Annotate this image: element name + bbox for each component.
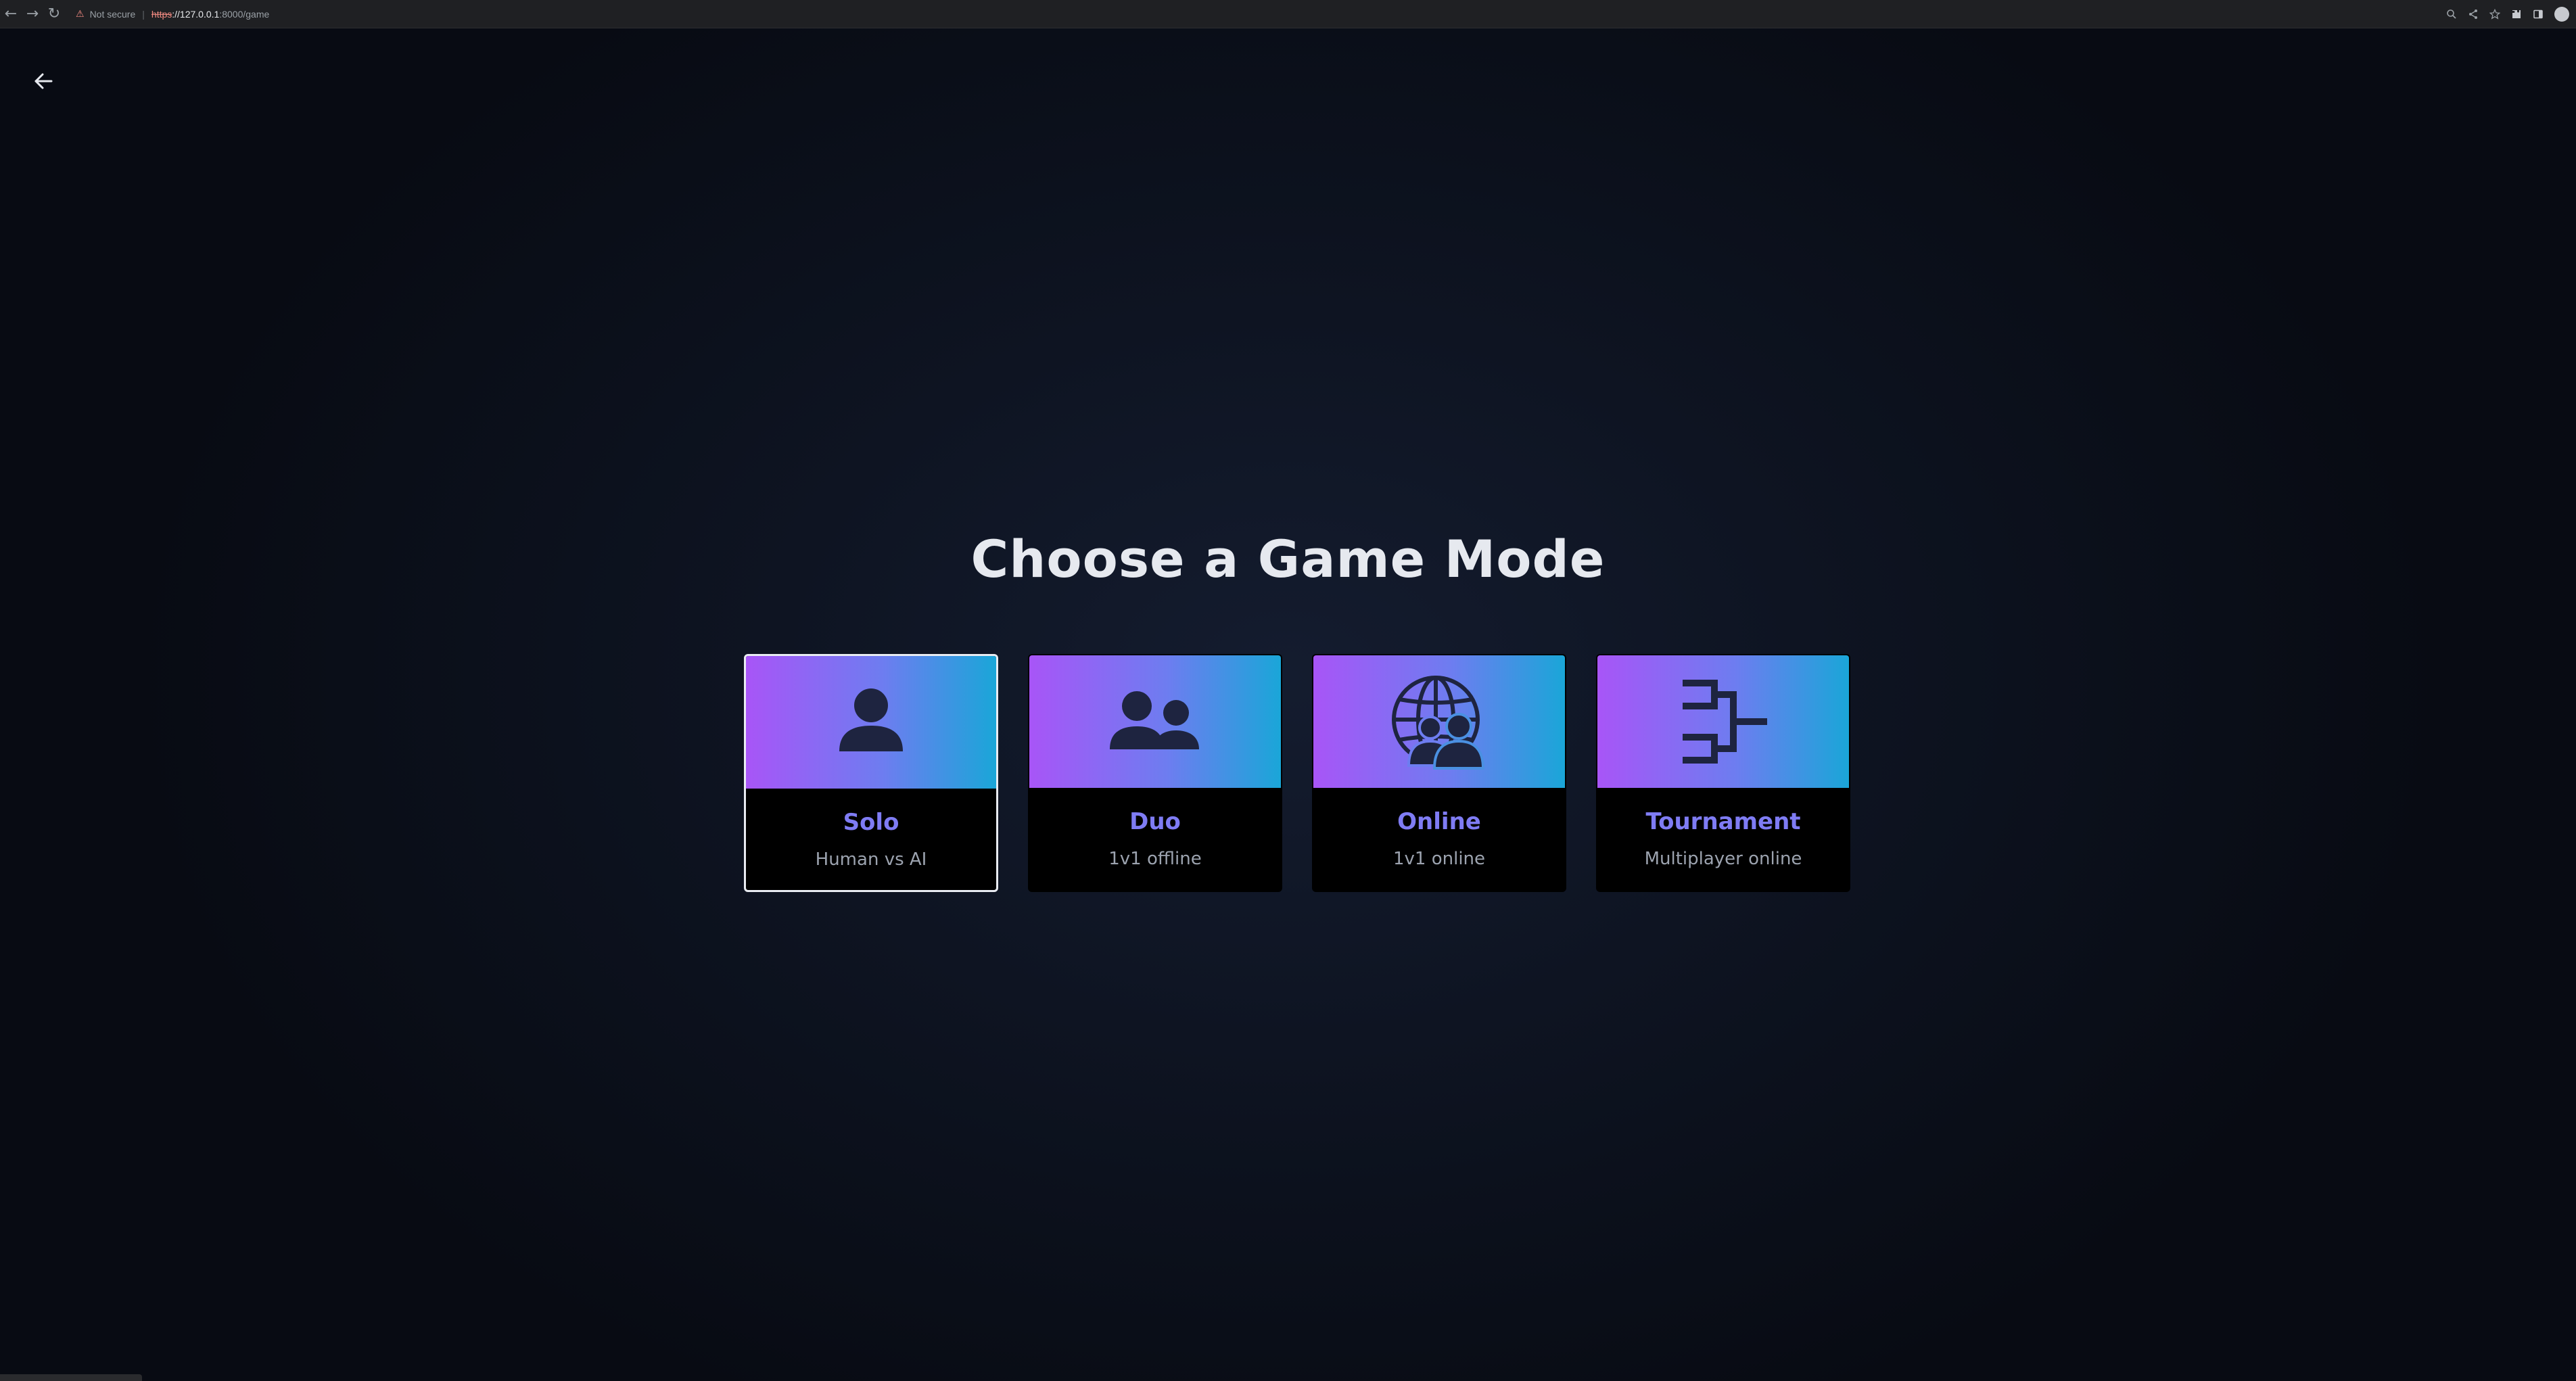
- back-arrow-icon[interactable]: [30, 68, 57, 95]
- mode-card-online[interactable]: Online 1v1 online: [1312, 654, 1566, 892]
- globe-people-icon: [1392, 676, 1485, 770]
- mode-card-duo[interactable]: Duo 1v1 offline: [1028, 654, 1282, 892]
- person-icon: [839, 688, 903, 751]
- reload-icon[interactable]: ↻: [43, 0, 65, 28]
- share-icon[interactable]: [2464, 5, 2483, 24]
- profile-icon[interactable]: [2554, 6, 2569, 22]
- card-banner: [1313, 655, 1565, 788]
- url-separator: |: [142, 8, 145, 20]
- back-nav-icon[interactable]: ←: [0, 0, 22, 28]
- page-viewport: Choose a Game Mode Solo Human vs AI Duo …: [0, 28, 2576, 1381]
- extensions-icon[interactable]: [2507, 5, 2526, 24]
- mode-description: 1v1 offline: [1108, 849, 1202, 869]
- forward-nav-icon[interactable]: →: [22, 0, 43, 28]
- two-people-icon: [1110, 691, 1199, 749]
- mode-title: Solo: [843, 809, 899, 836]
- mode-title: Duo: [1129, 808, 1181, 835]
- card-banner: [1029, 655, 1281, 788]
- mode-card-solo[interactable]: Solo Human vs AI: [744, 654, 998, 892]
- mode-title: Tournament: [1645, 808, 1801, 835]
- address-bar[interactable]: ⚠ Not secure | https ://127.0.0.1 :8000/…: [76, 0, 269, 28]
- browser-toolbar: ← → ↻ ⚠ Not secure | https ://127.0.0.1 …: [0, 0, 2576, 28]
- toolbar-actions: [2442, 5, 2576, 24]
- url-path: :8000/game: [219, 8, 270, 20]
- url-host: ://127.0.0.1: [172, 8, 220, 20]
- page-title: Choose a Game Mode: [970, 529, 1606, 589]
- url-scheme: https: [151, 8, 172, 20]
- status-bar: [0, 1374, 142, 1381]
- game-mode-cards: Solo Human vs AI Duo 1v1 offline Online …: [744, 654, 1852, 892]
- card-banner: [1597, 655, 1849, 788]
- card-banner: [746, 656, 996, 789]
- mode-description: 1v1 online: [1392, 849, 1486, 869]
- bracket-icon: [1683, 680, 1767, 764]
- not-secure-label[interactable]: Not secure: [90, 9, 136, 20]
- mode-card-tournament[interactable]: Tournament Multiplayer online: [1596, 654, 1850, 892]
- zoom-icon[interactable]: [2442, 5, 2461, 24]
- star-icon[interactable]: [2485, 5, 2504, 24]
- mode-title: Online: [1397, 808, 1481, 835]
- warning-icon: ⚠: [76, 8, 85, 19]
- mode-description: Multiplayer online: [1644, 849, 1802, 869]
- sidebar-icon[interactable]: [2529, 5, 2548, 24]
- mode-description: Human vs AI: [815, 849, 927, 870]
